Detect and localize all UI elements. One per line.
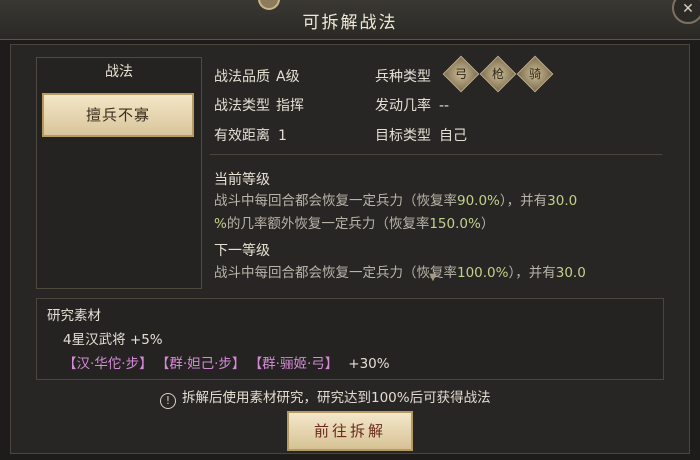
target-label: 目标类型 (375, 128, 431, 144)
next-level-title: 下一等级 (214, 243, 270, 259)
title-bar: 可拆解战法 ✕ (0, 0, 700, 40)
troop-type-label: 兵种类型 (375, 69, 431, 85)
tactic-list-heading: 战法 (105, 64, 133, 80)
type-value: 指挥 (276, 98, 304, 114)
current-level-desc-line2: %的几率额外恢复一定兵力（恢复率150.0%） (214, 216, 495, 232)
quality-value: A级 (276, 69, 300, 85)
current-level-desc-line1: 战斗中每回合都会恢复一定兵力（恢复率90.0%），并有30.0 (214, 193, 578, 209)
type-row: 战法类型 指挥 (214, 95, 304, 115)
target-row: 目标类型 自己 (375, 125, 467, 145)
quality-row: 战法品质 A级 (214, 66, 300, 86)
quality-label: 战法品质 (214, 69, 270, 85)
warning-icon: ! (160, 393, 176, 409)
target-value: 自己 (439, 128, 467, 144)
materials-line1: 4星汉武将 +5% (63, 332, 163, 348)
range-row: 有效距离 1 (214, 125, 287, 145)
notice: ! 拆解后使用素材研究，研究达到100%后可获得战法 (160, 386, 560, 409)
materials-heroes: 【汉·华佗·步】 【群·妲己·步】 【群·骊姬·弓】 +30% (63, 352, 390, 372)
range-value: 1 (278, 128, 287, 144)
materials-bonus: +30% (348, 356, 390, 372)
type-label: 战法类型 (214, 98, 270, 114)
trigger-row: 发动几率 -- (375, 95, 449, 115)
chevron-down-icon[interactable]: ▼ (426, 272, 440, 286)
hero-material-2[interactable]: 【群·妲己·步】 (163, 356, 246, 372)
hero-material-1[interactable]: 【汉·华佗·步】 (63, 356, 153, 372)
materials-title: 研究素材 (47, 308, 101, 324)
notice-text: 拆解后使用素材研究，研究达到100%后可获得战法 (182, 390, 491, 406)
trigger-label: 发动几率 (375, 98, 431, 114)
hero-material-3[interactable]: 【群·骊姬·弓】 (255, 356, 338, 372)
page-title: 可拆解战法 (302, 13, 398, 33)
trigger-value: -- (439, 98, 450, 114)
current-level-title: 当前等级 (214, 172, 270, 188)
range-label: 有效距离 (214, 128, 270, 144)
close-icon: ✕ (682, 1, 694, 17)
go-disassemble-button[interactable]: 前往拆解 (287, 411, 413, 451)
tactic-list-panel (36, 57, 202, 289)
divider (210, 154, 662, 155)
tactic-item-selected[interactable]: 擅兵不寡 (42, 93, 194, 137)
